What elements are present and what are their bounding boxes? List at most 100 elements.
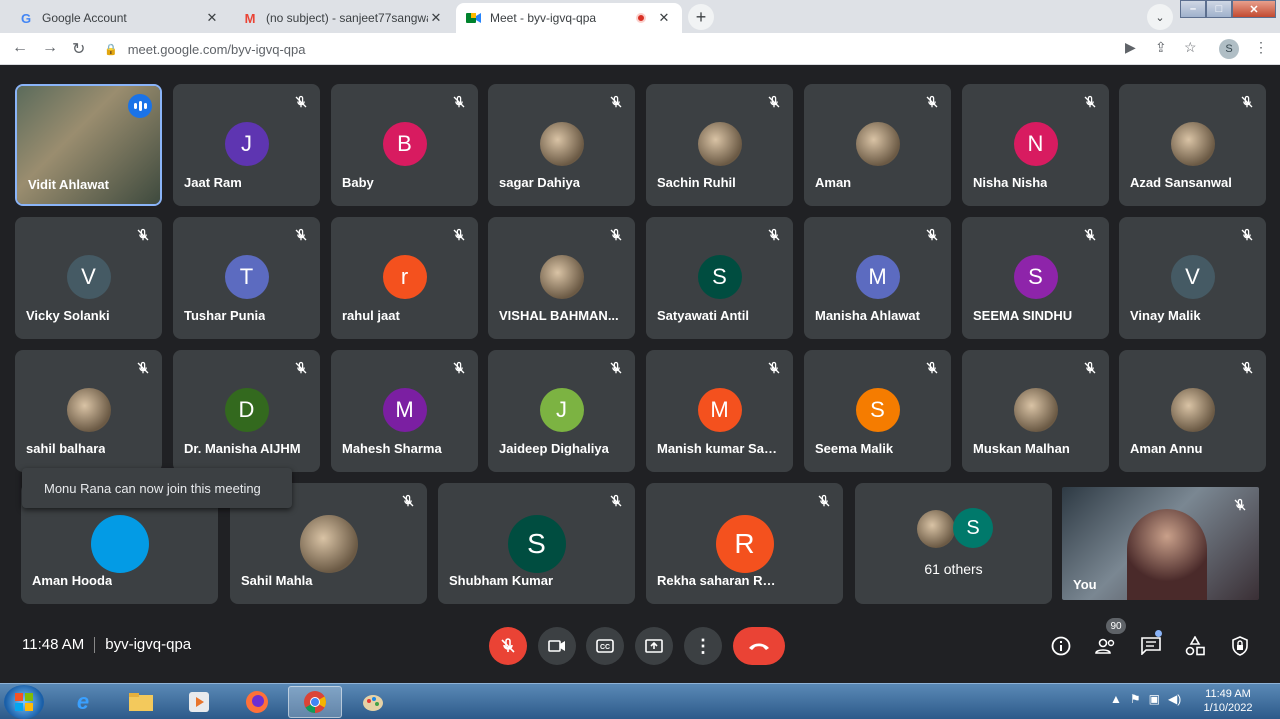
- volume-icon[interactable]: ◀): [1168, 692, 1181, 706]
- leave-call-button[interactable]: [733, 627, 785, 665]
- participant-tile[interactable]: V Vinay Malik: [1119, 217, 1266, 339]
- url-field[interactable]: 🔒 meet.google.com/byv-igvq-qpa: [104, 37, 1264, 61]
- present-screen-icon: [645, 639, 663, 653]
- captions-button[interactable]: CC: [586, 627, 624, 665]
- file-explorer-taskbar-icon[interactable]: [114, 686, 168, 718]
- host-controls-icon[interactable]: [1228, 634, 1252, 658]
- mic-off-icon: [1233, 498, 1247, 512]
- participant-photo-avatar: [299, 515, 358, 573]
- participant-name: sahil balhara: [26, 441, 106, 456]
- mic-off-icon: [452, 95, 466, 109]
- participant-tile[interactable]: V Vicky Solanki: [15, 217, 162, 339]
- meeting-details-icon[interactable]: [1049, 634, 1073, 658]
- window-controls: – □ ✕: [1180, 0, 1276, 18]
- participant-name: Baby: [342, 175, 374, 190]
- share-icon[interactable]: ⇪: [1155, 39, 1167, 56]
- participant-tile[interactable]: N Nisha Nisha: [962, 84, 1109, 206]
- participant-name: Rekha saharan Rekha: [657, 573, 782, 588]
- participant-tile[interactable]: R Rekha saharan Rekha: [646, 483, 843, 604]
- lock-icon[interactable]: 🔒: [104, 43, 118, 56]
- tab-title: (no subject) - sanjeet77sangwan: [266, 11, 428, 25]
- media-player-taskbar-icon[interactable]: [172, 686, 226, 718]
- tab-search-button[interactable]: ⌄: [1147, 4, 1173, 30]
- tab-google-account[interactable]: G Google Account ✕: [8, 3, 230, 33]
- participant-tile[interactable]: S Shubham Kumar: [438, 483, 635, 604]
- participant-tile[interactable]: Aman: [804, 84, 951, 206]
- participant-name: Jaat Ram: [184, 175, 242, 190]
- participant-tile[interactable]: sagar Dahiya: [488, 84, 635, 206]
- firefox-taskbar-icon[interactable]: [230, 686, 284, 718]
- chrome-taskbar-icon[interactable]: [288, 686, 342, 718]
- participant-tile[interactable]: sahil balhara: [15, 350, 162, 472]
- start-button[interactable]: [4, 685, 44, 719]
- activities-icon[interactable]: [1183, 634, 1207, 658]
- taskbar-clock[interactable]: 11:49 AM 1/10/2022: [1196, 687, 1260, 715]
- participant-tile[interactable]: J Jaideep Dighaliya: [488, 350, 635, 472]
- chat-icon[interactable]: [1139, 634, 1163, 658]
- participant-tile[interactable]: S SEEMA SINDHU: [962, 217, 1109, 339]
- participant-tile[interactable]: Sachin Ruhil: [646, 84, 793, 206]
- reload-icon[interactable]: ↻: [72, 39, 85, 59]
- tab-gmail[interactable]: M (no subject) - sanjeet77sangwan ✕: [232, 3, 454, 33]
- participant-name: You: [1073, 577, 1097, 592]
- mic-off-icon: [1083, 361, 1097, 375]
- close-tab-icon[interactable]: ✕: [204, 10, 220, 26]
- minimize-button[interactable]: –: [1180, 0, 1206, 18]
- mic-off-icon: [1083, 228, 1097, 242]
- participant-tile[interactable]: S Seema Malik: [804, 350, 951, 472]
- camera-toggle-button[interactable]: [538, 627, 576, 665]
- participant-tile[interactable]: D Dr. Manisha AIJHM: [173, 350, 320, 472]
- participant-initial-avatar: [90, 515, 149, 573]
- participant-tile[interactable]: Azad Sansanwal: [1119, 84, 1266, 206]
- participant-tile[interactable]: Aman Annu: [1119, 350, 1266, 472]
- present-button[interactable]: [635, 627, 673, 665]
- mic-off-icon: [294, 95, 308, 109]
- forward-icon[interactable]: →: [42, 39, 58, 57]
- participant-tile[interactable]: r rahul jaat: [331, 217, 478, 339]
- action-center-flag-icon[interactable]: ⚑: [1130, 692, 1141, 706]
- participant-photo-avatar: [539, 255, 584, 299]
- close-tab-icon[interactable]: ✕: [656, 10, 672, 26]
- recording-icon: [636, 13, 646, 23]
- network-icon[interactable]: ▣: [1149, 692, 1160, 706]
- participant-initial-avatar: S: [953, 508, 993, 548]
- close-tab-icon[interactable]: ✕: [428, 10, 444, 26]
- participant-initial-avatar: r: [382, 255, 427, 299]
- participant-tile[interactable]: J Jaat Ram: [173, 84, 320, 206]
- svg-text:CC: CC: [600, 644, 610, 651]
- participant-tile[interactable]: M Manisha Ahlawat: [804, 217, 951, 339]
- back-icon[interactable]: ←: [12, 39, 28, 57]
- more-options-button[interactable]: ⋮: [684, 627, 722, 665]
- participant-tile[interactable]: S Satyawati Antil: [646, 217, 793, 339]
- participant-name: Azad Sansanwal: [1130, 175, 1232, 190]
- participant-name: Vicky Solanki: [26, 308, 110, 323]
- participant-initial-avatar: B: [382, 122, 427, 166]
- internet-explorer-taskbar-icon[interactable]: e: [56, 686, 110, 718]
- participant-tile[interactable]: B Baby: [331, 84, 478, 206]
- close-window-button[interactable]: ✕: [1232, 0, 1276, 18]
- self-view-tile[interactable]: You: [1062, 487, 1259, 600]
- bookmark-star-icon[interactable]: ☆: [1184, 39, 1197, 56]
- profile-avatar[interactable]: S: [1219, 39, 1239, 59]
- paint-taskbar-icon[interactable]: [346, 686, 400, 718]
- participant-tile[interactable]: M Manish kumar San...: [646, 350, 793, 472]
- maximize-button[interactable]: □: [1206, 0, 1232, 18]
- camera-in-use-icon[interactable]: ▶: [1125, 39, 1136, 56]
- others-tile[interactable]: S 61 others: [855, 483, 1052, 604]
- show-hidden-icons-icon[interactable]: ▲: [1110, 692, 1122, 706]
- participant-photo-avatar: [1170, 122, 1215, 166]
- menu-kebab-icon[interactable]: ⋮: [1254, 39, 1268, 56]
- participant-tile[interactable]: T Tushar Punia: [173, 217, 320, 339]
- participant-tile[interactable]: Vidit Ahlawat: [15, 84, 162, 206]
- participant-name: Manisha Ahlawat: [815, 308, 920, 323]
- participant-tile[interactable]: Muskan Malhan: [962, 350, 1109, 472]
- tab-meet[interactable]: Meet - byv-igvq-qpa ✕: [456, 3, 682, 33]
- participant-name: Jaideep Dighaliya: [499, 441, 609, 456]
- mic-off-icon: [817, 494, 831, 508]
- tab-title: Google Account: [42, 11, 127, 25]
- participant-tile[interactable]: VISHAL BAHMAN...: [488, 217, 635, 339]
- participant-tile[interactable]: M Mahesh Sharma: [331, 350, 478, 472]
- microphone-toggle-button[interactable]: [489, 627, 527, 665]
- new-tab-button[interactable]: +: [688, 4, 714, 30]
- people-icon[interactable]: [1094, 634, 1118, 658]
